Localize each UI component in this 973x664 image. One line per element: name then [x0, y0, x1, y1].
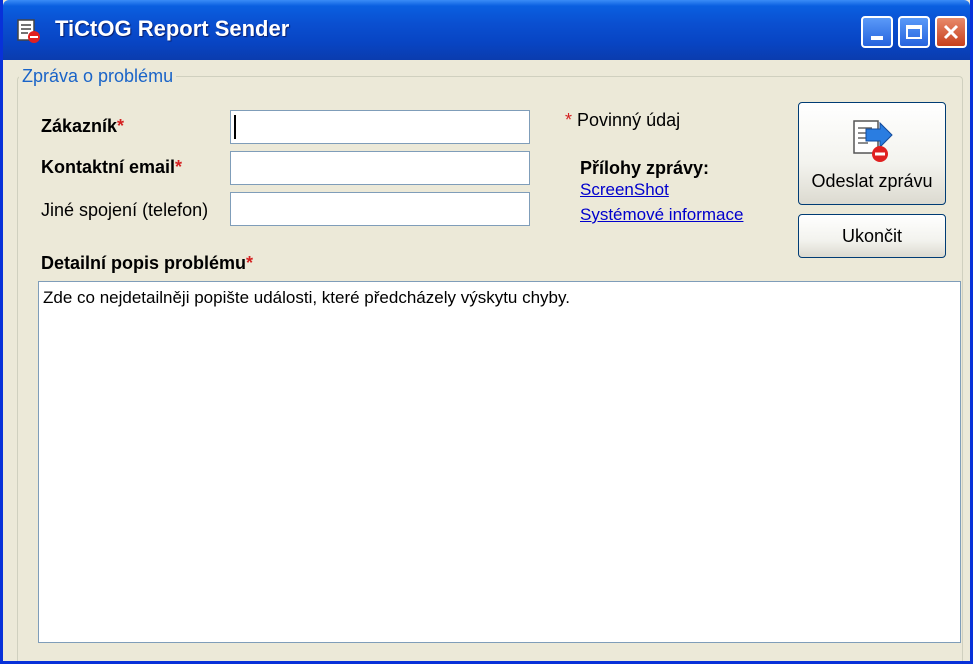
- minimize-icon: [871, 36, 883, 40]
- customer-input[interactable]: [230, 110, 530, 144]
- send-button-label: Odeslat zprávu: [811, 171, 933, 191]
- window-title: TiCtOG Report Sender: [55, 16, 290, 41]
- required-asterisk: *: [117, 116, 125, 136]
- send-report-icon: [853, 120, 893, 162]
- system-info-link[interactable]: Systémové informace: [580, 205, 743, 225]
- exit-button[interactable]: Ukončit: [798, 214, 946, 258]
- group-title: Zpráva o problému: [19, 66, 177, 87]
- minimize-button[interactable]: [861, 16, 893, 48]
- attachments-title: Přílohy zprávy:: [580, 158, 710, 178]
- maximize-button[interactable]: [898, 16, 930, 48]
- close-icon: [943, 24, 959, 40]
- exit-button-label: Ukončit: [841, 225, 903, 246]
- required-note-text: Povinný údaj: [577, 110, 681, 130]
- required-asterisk: *: [175, 157, 183, 177]
- maximize-icon: [906, 25, 922, 39]
- phone-label: Jiné spojení (telefon): [41, 200, 209, 220]
- description-textarea[interactable]: Zde co nejdetailněji popište události, k…: [38, 281, 961, 643]
- description-label: Detailní popis problému*: [41, 253, 253, 274]
- email-label-text: Kontaktní email: [41, 157, 176, 177]
- close-button[interactable]: [935, 16, 967, 48]
- text-caret: [234, 115, 236, 139]
- title-bar[interactable]: TiCtOG Report Sender: [3, 0, 970, 60]
- required-asterisk: *: [246, 253, 254, 273]
- screenshot-link[interactable]: ScreenShot: [580, 180, 669, 200]
- send-report-button[interactable]: Odeslat zprávu: [798, 102, 946, 205]
- description-label-text: Detailní popis problému: [41, 253, 247, 273]
- email-label: Kontaktní email*: [41, 157, 182, 178]
- required-note: * Povinný údaj: [565, 110, 680, 131]
- report-document-icon: [17, 19, 40, 43]
- email-input[interactable]: [230, 151, 530, 185]
- customer-label-text: Zákazník: [41, 116, 118, 136]
- customer-label: Zákazník*: [41, 116, 124, 137]
- phone-input[interactable]: [230, 192, 530, 226]
- report-sender-window: TiCtOG Report Sender Zpráva o problému Z…: [0, 0, 973, 664]
- required-asterisk: *: [565, 110, 573, 130]
